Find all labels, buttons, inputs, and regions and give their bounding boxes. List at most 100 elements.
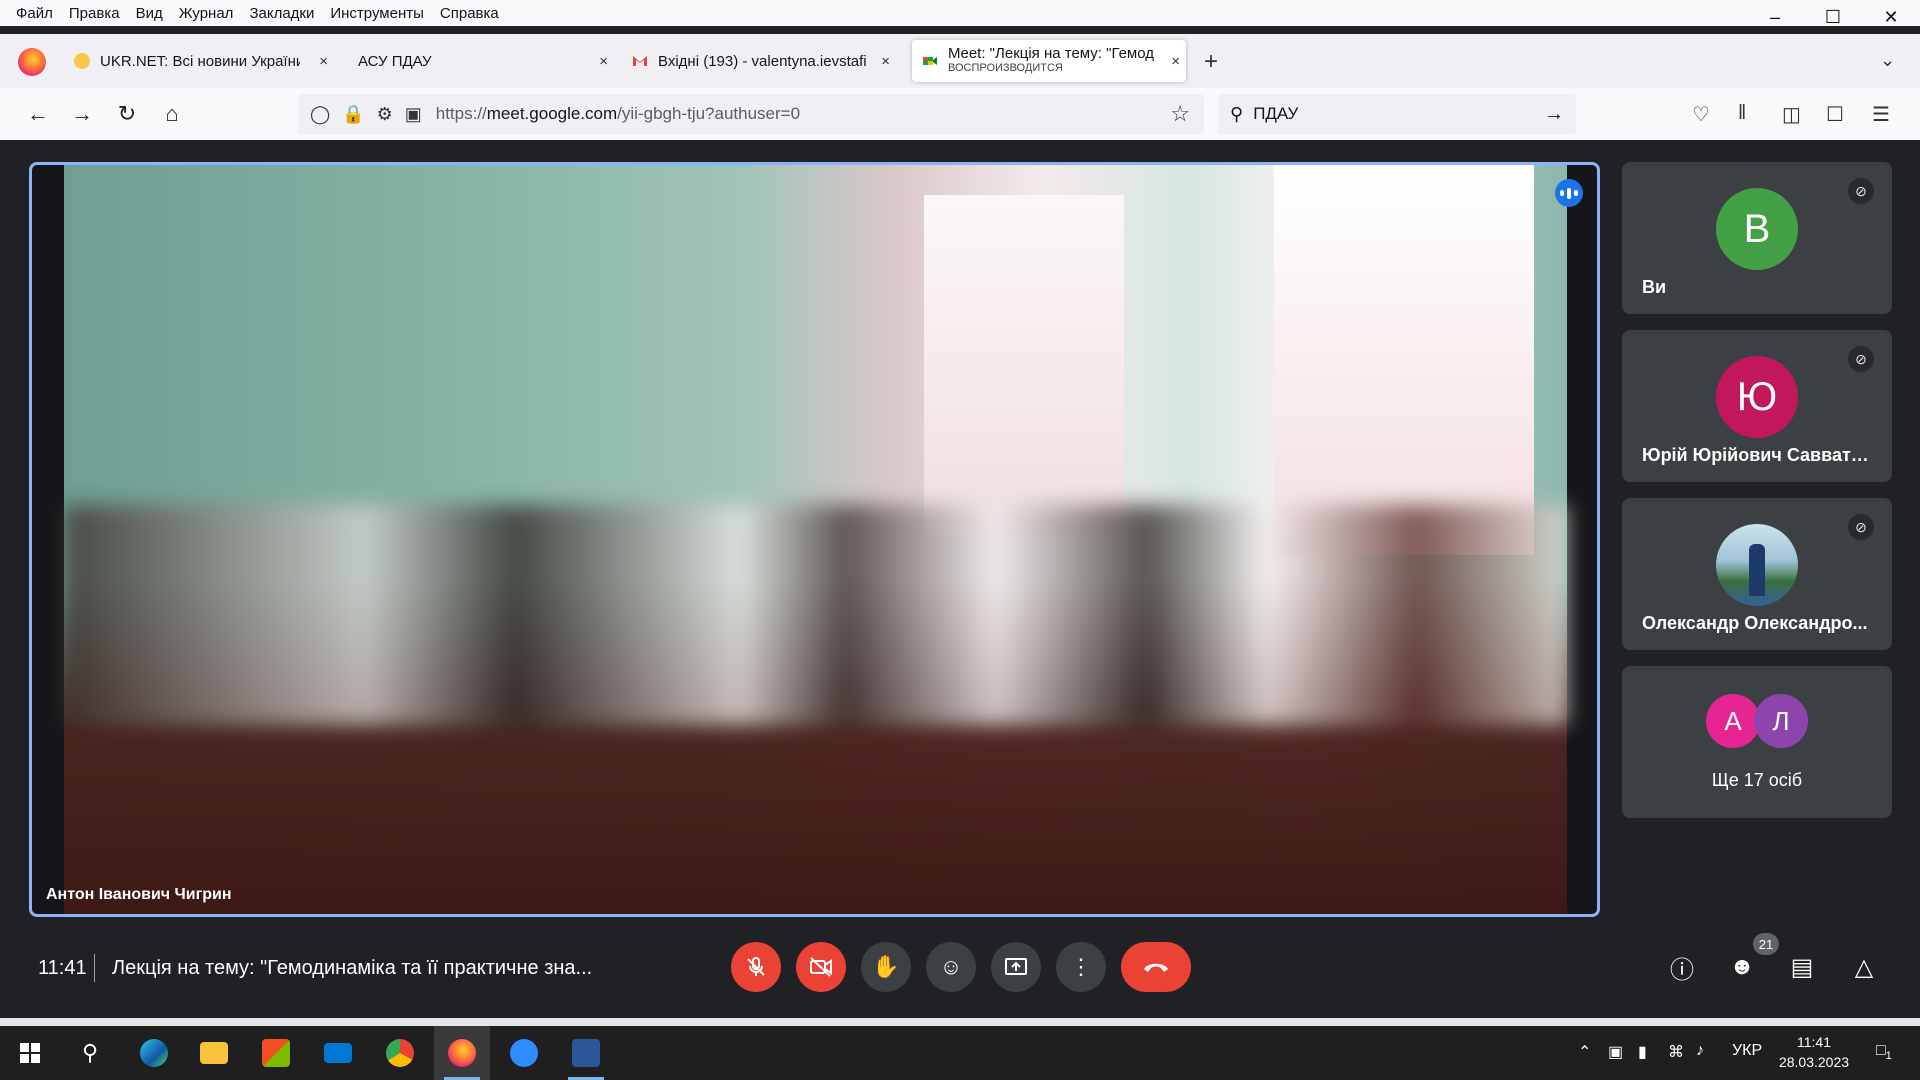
close-window-button[interactable]: ✕ <box>1862 0 1920 34</box>
permissions-icon[interactable]: ⚙ <box>377 104 393 125</box>
firefox-taskbar-icon[interactable] <box>434 1026 490 1080</box>
more-participants-label: Ще 17 осіб <box>1711 770 1803 790</box>
address-bar[interactable]: ◯ 🔒 ⚙ ▣ https://meet.google.com/yii-gbgh… <box>298 94 1204 134</box>
main-speaker-name: Антон Іванович Чигрин <box>46 886 232 903</box>
search-icon[interactable]: ⚲ <box>62 1026 118 1080</box>
mail-icon[interactable] <box>310 1026 366 1080</box>
tab-bar: UKR.NET: Всі новини України, × АСУ ПДАУ … <box>0 34 1920 88</box>
activities-icon[interactable]: △ <box>1847 950 1881 984</box>
hang-up-icon <box>1144 963 1168 972</box>
more-vert-icon: ⋮ <box>1070 954 1092 979</box>
smiley-icon: ☺ <box>939 954 963 979</box>
participant-tile-you[interactable]: ⊘ В Ви <box>1622 162 1892 314</box>
url-text[interactable]: https://meet.google.com/yii-gbgh-tju?aut… <box>436 104 800 124</box>
input-language[interactable]: УКР <box>1732 1042 1762 1060</box>
tracking-shield-icon[interactable]: ◯ <box>310 104 330 125</box>
new-tab-plus-icon[interactable]: + <box>1204 48 1218 76</box>
tab-close-icon[interactable]: × <box>319 53 328 70</box>
minimize-button[interactable]: – <box>1746 0 1804 34</box>
camera-off-icon <box>810 957 832 977</box>
divider <box>94 954 95 982</box>
list-all-tabs-chevron-icon[interactable]: ⌄ <box>1880 50 1895 71</box>
zoom-icon[interactable] <box>496 1026 552 1080</box>
menu-bar: Файл Правка Вид Журнал Закладки Инструме… <box>0 0 1920 26</box>
search-input[interactable]: ПДАУ <box>1253 104 1298 124</box>
extensions-icon[interactable]: ☐ <box>1826 102 1844 127</box>
menu-bookmarks[interactable]: Закладки <box>241 5 322 22</box>
microphone-toggle-button[interactable] <box>731 942 781 992</box>
tab-gmail[interactable]: Вхідні (193) - valentyna.ievstafi × <box>632 40 896 82</box>
microsoft-store-icon[interactable] <box>248 1026 304 1080</box>
more-options-button[interactable]: ⋮ <box>1056 942 1106 992</box>
mic-off-icon: ⊘ <box>1848 514 1874 540</box>
video-students <box>64 505 1567 725</box>
tab-title: АСУ ПДАУ <box>358 52 432 70</box>
tab-close-icon[interactable]: × <box>599 53 608 70</box>
tab-close-icon[interactable]: × <box>1171 53 1180 70</box>
participant-name: Ви <box>1642 277 1667 297</box>
menu-view[interactable]: Вид <box>128 5 171 22</box>
participant-tile-yurii[interactable]: ⊘ Ю Юрій Юрійович Савватєєв <box>1622 330 1892 482</box>
home-icon[interactable]: ⌂ <box>158 100 186 128</box>
window-controls: – ☐ ✕ <box>1746 0 1920 34</box>
show-hidden-icons-chevron-icon[interactable]: ⌃ <box>1578 1042 1591 1062</box>
menu-tools[interactable]: Инструменты <box>322 5 432 22</box>
meet-now-icon[interactable]: ▣ <box>1608 1042 1623 1062</box>
tab-playing-label: ВОСПРОИЗВОДИТСЯ <box>948 62 1063 74</box>
maximize-button[interactable]: ☐ <box>1804 0 1862 34</box>
camera-toggle-button[interactable] <box>796 942 846 992</box>
taskbar-date: 28.03.2023 <box>1778 1054 1850 1070</box>
avatar-person-figure <box>1749 544 1765 596</box>
search-icon: ⚲ <box>1230 103 1244 124</box>
clock-date[interactable]: 11:41 28.03.2023 <box>1774 1032 1854 1072</box>
chrome-icon[interactable] <box>372 1026 428 1080</box>
tab-title: Meet: "Лекція на тему: "Гемод <box>948 46 1154 61</box>
leave-call-button[interactable] <box>1121 942 1191 992</box>
reload-icon[interactable]: ↻ <box>113 100 141 128</box>
gmail-icon <box>632 53 648 69</box>
meeting-details-info-icon[interactable]: ⓘ <box>1665 950 1699 984</box>
participant-tile-oleksandr[interactable]: ⊘ Олександр Олександро... <box>1622 498 1892 650</box>
battery-icon[interactable]: ▮ <box>1638 1042 1647 1062</box>
hamburger-menu-icon[interactable]: ☰ <box>1872 102 1890 127</box>
present-screen-icon <box>1005 958 1027 975</box>
start-windows-icon[interactable] <box>2 1026 58 1080</box>
forward-arrow-icon[interactable]: → <box>68 100 96 128</box>
menu-edit[interactable]: Правка <box>61 5 128 22</box>
search-go-arrow-icon[interactable]: → <box>1544 103 1564 126</box>
library-icon[interactable]: ‖ <box>1738 102 1746 125</box>
search-bar[interactable]: ⚲ ПДАУ → <box>1218 94 1576 134</box>
notifications-icon[interactable]: □1 <box>1876 1042 1892 1062</box>
edge-icon[interactable] <box>126 1026 182 1080</box>
sidebar-icon[interactable]: ◫ <box>1782 102 1801 127</box>
mic-off-icon: ⊘ <box>1848 178 1874 204</box>
participant-count-badge: 21 <box>1753 933 1779 955</box>
tab-close-icon[interactable]: × <box>881 53 890 70</box>
chat-icon[interactable]: ▤ <box>1785 950 1819 984</box>
menu-history[interactable]: Журнал <box>171 5 242 22</box>
ukrnet-favicon-icon <box>74 53 90 69</box>
volume-icon[interactable]: ♪ <box>1696 1042 1704 1060</box>
tab-meet[interactable]: Meet: "Лекція на тему: "Гемод ВОСПРОИЗВО… <box>912 40 1186 82</box>
tab-asu-pdau[interactable]: АСУ ПДАУ × <box>346 40 614 82</box>
menu-help[interactable]: Справка <box>432 5 507 22</box>
pocket-icon[interactable]: ♡ <box>1692 102 1710 127</box>
camera-sharing-icon[interactable]: ▣ <box>405 104 422 125</box>
back-arrow-icon[interactable]: ← <box>24 100 52 128</box>
main-speaker-tile[interactable]: Антон Іванович Чигрин <box>29 162 1600 917</box>
bookmark-star-icon[interactable]: ☆ <box>1170 101 1190 127</box>
file-explorer-icon[interactable] <box>186 1026 242 1080</box>
menu-file[interactable]: Файл <box>0 5 61 22</box>
emoji-reactions-button[interactable]: ☺ <box>926 942 976 992</box>
avatar: В <box>1716 188 1798 270</box>
word-icon[interactable] <box>558 1026 614 1080</box>
tab-ukrnet[interactable]: UKR.NET: Всі новини України, × <box>74 40 334 82</box>
background-window-statusbar <box>0 1018 1920 1026</box>
more-participants-tile[interactable]: А Л Ще 17 осіб <box>1622 666 1892 818</box>
lock-icon[interactable]: 🔒 <box>342 104 364 125</box>
raise-hand-button[interactable]: ✋ <box>861 942 911 992</box>
firefox-view-icon[interactable] <box>18 48 46 76</box>
wifi-icon[interactable]: ⌘ <box>1668 1042 1684 1062</box>
present-screen-button[interactable] <box>991 942 1041 992</box>
people-icon[interactable]: ☻ <box>1725 950 1759 984</box>
